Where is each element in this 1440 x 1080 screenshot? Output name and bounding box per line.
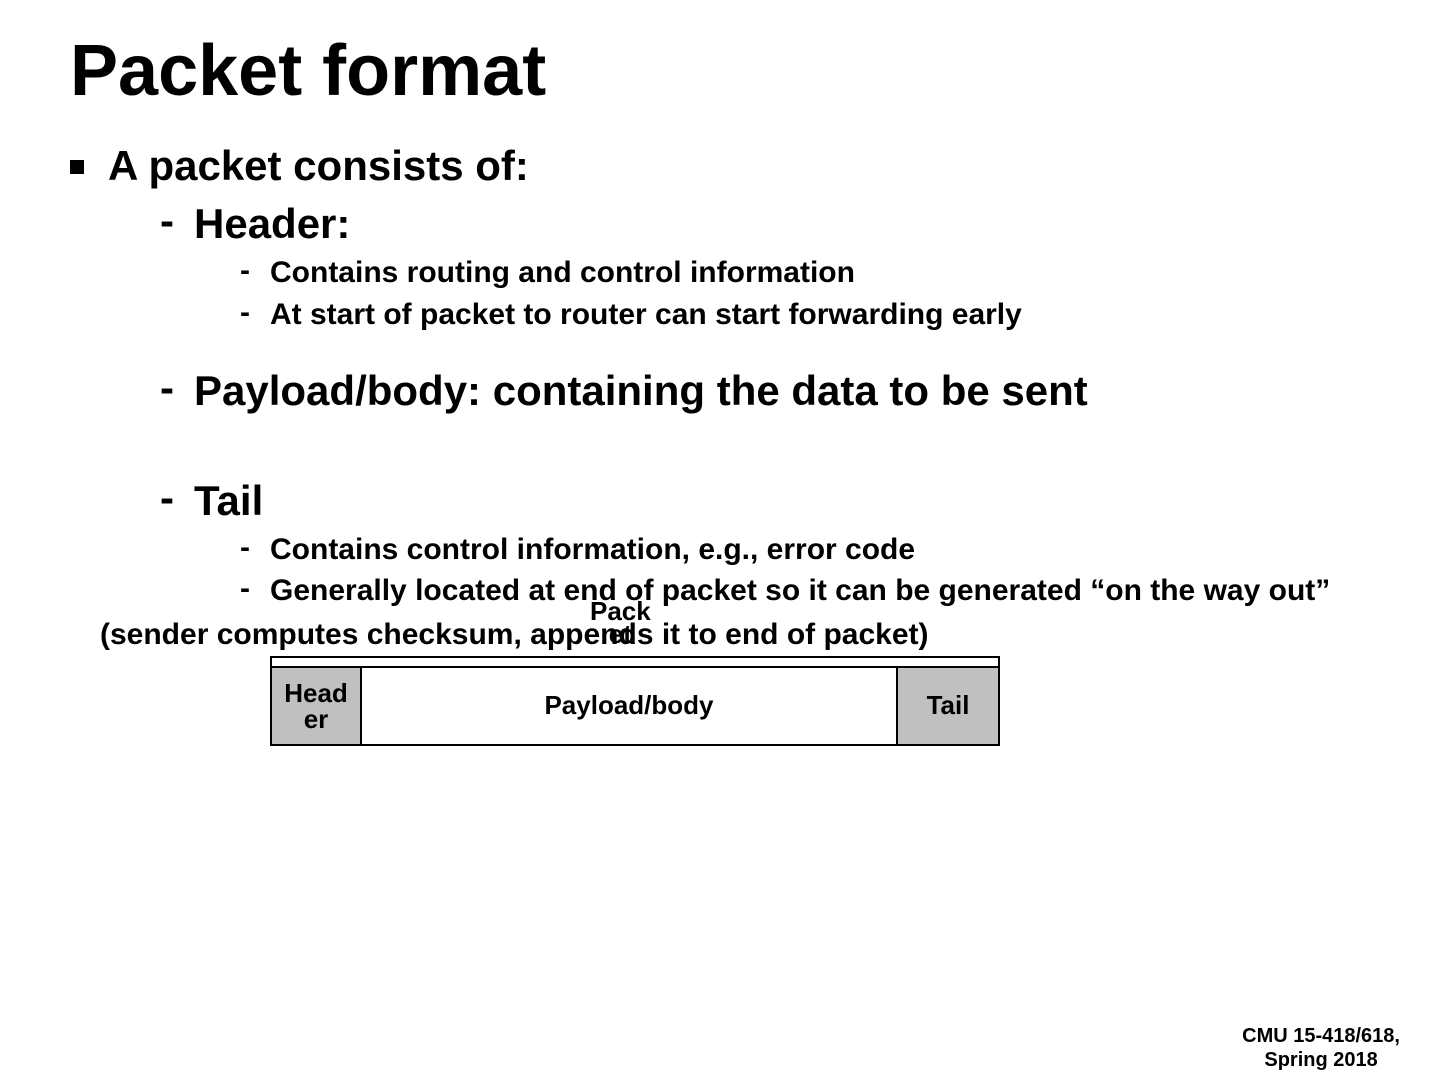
bullet-header-text: Header: (194, 200, 350, 248)
bullet-header: - Header: (160, 200, 1370, 248)
bullet-payload-text: Payload/body: containing the data to be … (194, 367, 1088, 415)
bullet-header-sub2-text: At start of packet to router can start f… (270, 296, 1022, 334)
note-line: (sender computes checksum, appends it to… (100, 618, 1370, 652)
diagram-cell-tail: Tail (898, 668, 998, 744)
bullet-header-sub2: - At start of packet to router can start… (240, 296, 1370, 334)
bullet-payload: - Payload/body: containing the data to b… (160, 367, 1370, 415)
square-bullet-icon (70, 160, 84, 174)
bullet-main: A packet consists of: (70, 142, 1370, 190)
diagram-row: Head er Payload/body Tail (270, 666, 1000, 746)
note-text: (sender computes checksum, appends it to… (100, 618, 929, 651)
dash-icon: - (240, 531, 250, 564)
bullet-tail-sub1: - Contains control information, e.g., er… (240, 531, 1370, 569)
diagram-cell-header: Head er (272, 668, 362, 744)
dash-icon: - (160, 367, 174, 409)
slide-title: Packet format (70, 30, 1370, 112)
slide: Packet format A packet consists of: - He… (0, 0, 1440, 1080)
bullet-tail-sub1-text: Contains control information, e.g., erro… (270, 531, 915, 569)
dash-icon: - (240, 254, 250, 287)
bullet-tail-sub2-text: Generally located at end of packet so it… (270, 572, 1330, 610)
bullet-tail: - Tail (160, 477, 1370, 525)
diagram-top-bracket (270, 656, 1000, 666)
bullet-header-sub1-text: Contains routing and control information (270, 254, 855, 292)
packet-overlay-label: Pack et (590, 600, 651, 647)
dash-icon: - (160, 477, 174, 519)
slide-footer: CMU 15-418/618, Spring 2018 (1242, 1024, 1400, 1072)
dash-icon: - (160, 200, 174, 242)
footer-line2: Spring 2018 (1242, 1048, 1400, 1072)
diagram-cell-payload: Payload/body (362, 668, 898, 744)
dash-icon: - (240, 572, 250, 605)
bullet-main-text: A packet consists of: (108, 142, 529, 190)
packet-diagram: Head er Payload/body Tail (270, 666, 1000, 746)
dash-icon: - (240, 296, 250, 329)
bullet-tail-text: Tail (194, 477, 263, 525)
footer-line1: CMU 15-418/618, (1242, 1024, 1400, 1048)
bullet-tail-sub2: - Generally located at end of packet so … (240, 572, 1370, 610)
bullet-header-sub1: - Contains routing and control informati… (240, 254, 1370, 292)
